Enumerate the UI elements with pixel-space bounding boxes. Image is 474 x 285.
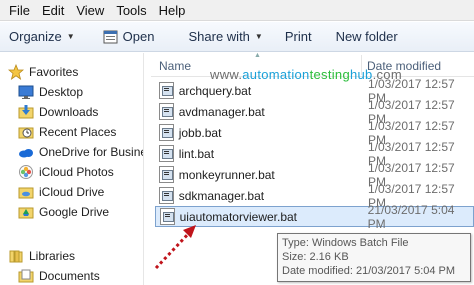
downloads-icon: [18, 104, 34, 120]
nav-item-label: Desktop: [39, 85, 84, 99]
organize-button[interactable]: Organize ▼: [0, 25, 83, 49]
navigation-pane: Favorites Desktop Downloads Recent Place…: [0, 53, 147, 285]
file-name: avdmanager.bat: [178, 104, 265, 119]
open-label: Open: [122, 29, 155, 44]
batch-file-icon: [159, 103, 174, 120]
nav-item-google-drive[interactable]: Google Drive: [18, 202, 161, 222]
nav-item-label: Documents: [39, 269, 100, 283]
menu-view[interactable]: View: [70, 0, 110, 21]
new-folder-label: New folder: [335, 29, 398, 44]
column-header-name[interactable]: Name: [159, 59, 191, 73]
nav-item-label: Recent Places: [39, 125, 117, 139]
batch-file-icon: [159, 124, 174, 141]
libraries-label: Libraries: [29, 249, 76, 263]
new-folder-button[interactable]: New folder: [328, 25, 406, 49]
print-button[interactable]: Print: [277, 25, 320, 49]
nav-item-label: OneDrive for Busine: [39, 145, 148, 159]
watermark: www.automationtestinghub.com: [210, 67, 402, 82]
open-icon: [103, 30, 118, 44]
organize-label: Organize: [9, 29, 62, 44]
libraries-icon: [8, 248, 24, 264]
batch-file-icon: [159, 187, 174, 204]
onedrive-icon: [18, 144, 34, 160]
menu-help[interactable]: Help: [153, 0, 192, 21]
tooltip-date: Date modified: 21/03/2017 5:04 PM: [282, 265, 456, 277]
file-row-selected[interactable]: uiautomatorviewer.bat 21/03/2017 5:04 PM: [155, 203, 474, 231]
chevron-down-icon: ▼: [66, 32, 75, 41]
tooltip-type: Type: Windows Batch File: [282, 237, 409, 249]
nav-item-icloud-drive[interactable]: iCloud Drive: [18, 182, 161, 202]
nav-item-downloads[interactable]: Downloads: [18, 102, 161, 122]
annotation-arrow: [154, 225, 196, 270]
file-name: uiautomatorviewer.bat: [179, 209, 298, 224]
sort-ascending-icon: ▲: [254, 52, 261, 59]
file-name: jobb.bat: [178, 125, 222, 140]
batch-file-icon: [159, 145, 174, 162]
command-bar: Organize ▼ Open Share with ▼ Print New f…: [0, 22, 474, 52]
nav-item-desktop[interactable]: Desktop: [18, 82, 161, 102]
icloud-photos-icon: [18, 164, 34, 180]
nav-item-label: iCloud Drive: [39, 185, 105, 199]
open-button[interactable]: Open: [95, 25, 163, 49]
favorites-header[interactable]: Favorites: [8, 62, 151, 82]
nav-item-label: Downloads: [39, 105, 99, 119]
print-label: Print: [284, 29, 312, 44]
batch-file-icon: [159, 166, 174, 183]
nav-item-label: Google Drive: [39, 205, 110, 219]
menu-tools[interactable]: Tools: [110, 0, 152, 21]
favorites-label: Favorites: [29, 65, 79, 79]
chevron-down-icon: ▼: [254, 32, 263, 41]
file-name: sdkmanager.bat: [178, 188, 265, 203]
nav-item-icloud-photos[interactable]: iCloud Photos: [18, 162, 161, 182]
libraries-header[interactable]: Libraries: [8, 246, 151, 266]
tooltip-size: Size: 2.16 KB: [282, 251, 349, 263]
file-name: archquery.bat: [178, 83, 252, 98]
nav-item-documents[interactable]: Documents: [18, 266, 161, 285]
desktop-icon: [18, 84, 34, 100]
nav-item-label: iCloud Photos: [39, 165, 114, 179]
documents-icon: [18, 268, 34, 284]
nav-item-recent-places[interactable]: Recent Places: [18, 122, 161, 142]
file-date: 21/03/2017 5:04 PM: [367, 202, 455, 231]
file-name: monkeyrunner.bat: [178, 167, 275, 182]
share-with-label: Share with: [188, 29, 250, 44]
share-with-button[interactable]: Share with ▼: [180, 25, 270, 49]
nav-item-onedrive[interactable]: OneDrive for Busine: [18, 142, 161, 162]
icloud-drive-icon: [18, 184, 34, 200]
menu-bar: File Edit View Tools Help: [0, 0, 474, 21]
google-drive-icon: [18, 204, 34, 220]
batch-file-icon: [159, 82, 174, 99]
star-icon: [8, 63, 25, 80]
file-name: lint.bat: [178, 146, 215, 161]
menu-file[interactable]: File: [0, 0, 36, 21]
recent-places-icon: [18, 124, 34, 140]
menu-edit[interactable]: Edit: [36, 0, 70, 21]
file-info-tooltip: Type: Windows Batch File Size: 2.16 KB D…: [277, 233, 471, 282]
